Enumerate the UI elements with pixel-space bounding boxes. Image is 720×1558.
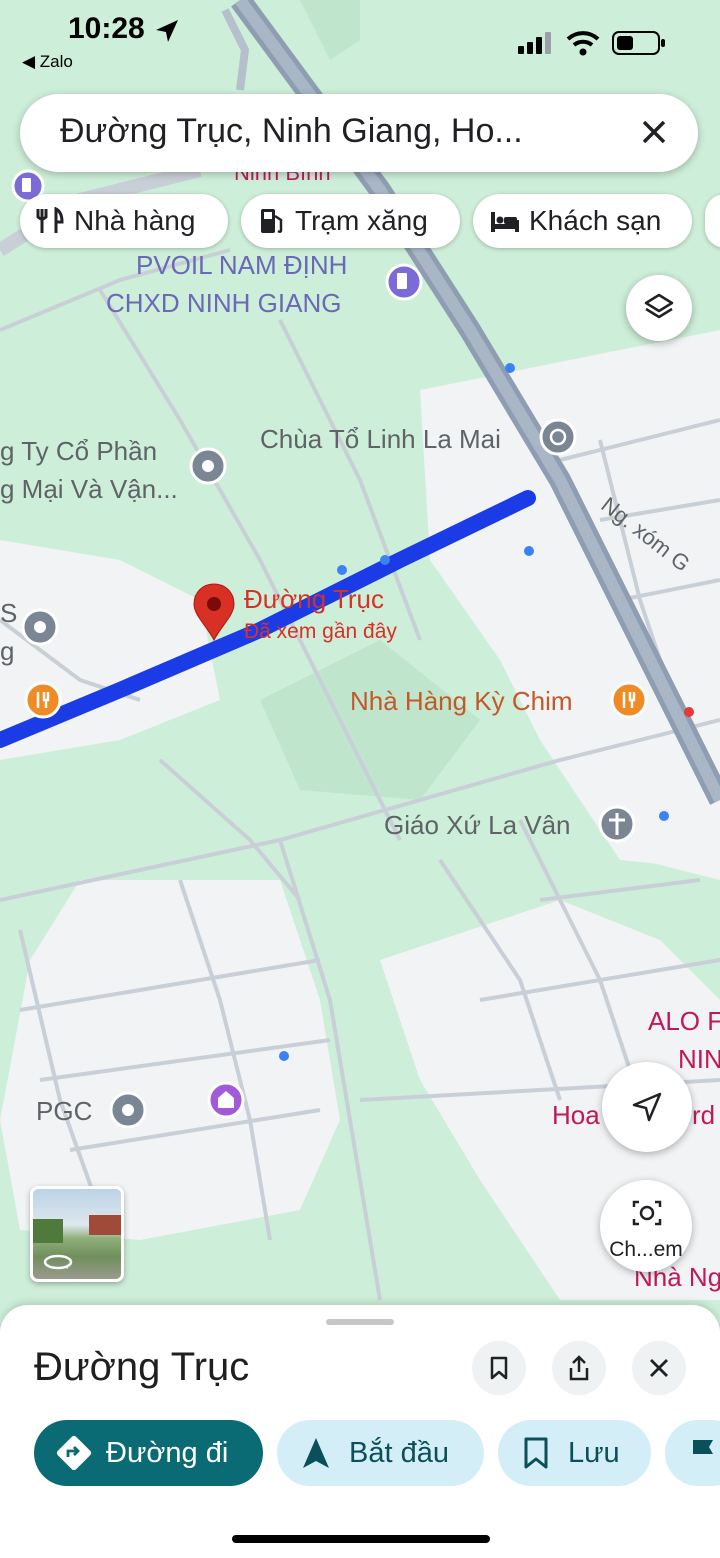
directions-label: Đường đi bbox=[106, 1436, 229, 1469]
back-app-label: Zalo bbox=[39, 52, 73, 71]
restaurant-marker-left[interactable] bbox=[24, 681, 62, 719]
location-pin[interactable] bbox=[193, 583, 235, 642]
navigation-arrow-icon bbox=[632, 1092, 662, 1122]
place-marker-left[interactable] bbox=[21, 608, 59, 646]
place-marker-pgc[interactable] bbox=[109, 1091, 147, 1129]
restaurant-marker[interactable] bbox=[610, 681, 648, 719]
chip-restaurants[interactable]: Nhà hàng bbox=[20, 194, 228, 248]
chip-hotels-label: Khách sạn bbox=[529, 205, 662, 236]
street-view-trees bbox=[33, 1219, 63, 1243]
chip-gas-stations[interactable]: Trạm xăng bbox=[241, 194, 460, 248]
camera-search-icon bbox=[632, 1200, 662, 1226]
street-view-house bbox=[89, 1215, 121, 1235]
save-button[interactable]: Lưu bbox=[498, 1420, 651, 1486]
back-triangle-icon: ◀ bbox=[22, 52, 40, 71]
lens-label: Ch...em bbox=[609, 1238, 683, 1261]
home-indicator[interactable] bbox=[232, 1535, 490, 1543]
status-bar: 10:28 ◀ Zalo bbox=[0, 0, 720, 80]
chip-hotels[interactable]: Khách sạn bbox=[473, 194, 692, 248]
more-actions-button[interactable] bbox=[665, 1420, 720, 1486]
place-marker-company[interactable] bbox=[189, 447, 227, 485]
layers-button[interactable] bbox=[626, 275, 692, 341]
save-label: Lưu bbox=[568, 1436, 620, 1469]
chip-gas-stations-label: Trạm xăng bbox=[295, 205, 428, 236]
place-title: Đường Trục bbox=[34, 1345, 250, 1389]
location-arrow-icon bbox=[156, 20, 178, 42]
navigate-arrow-icon bbox=[303, 1438, 329, 1468]
temple-marker[interactable] bbox=[539, 418, 577, 456]
church-marker[interactable] bbox=[598, 805, 636, 843]
flag-icon bbox=[693, 1440, 713, 1468]
directions-button[interactable]: Đường đi bbox=[34, 1420, 263, 1486]
share-button[interactable] bbox=[552, 1341, 606, 1395]
bookmark-icon bbox=[490, 1356, 508, 1380]
search-query[interactable]: Đường Trục, Ninh Giang, Ho... bbox=[60, 112, 580, 151]
place-bottom-sheet[interactable]: Đường Trục Đường đi Bắt đầu Lưu bbox=[0, 1305, 720, 1558]
status-time: 10:28 bbox=[68, 12, 145, 45]
wifi-icon bbox=[566, 31, 600, 56]
lens-button[interactable]: Ch...em bbox=[600, 1180, 692, 1272]
search-bar[interactable]: Đường Trục, Ninh Giang, Ho... bbox=[20, 94, 698, 172]
signal-icon bbox=[518, 32, 551, 54]
rotate-360-icon bbox=[43, 1254, 73, 1270]
bookmark-outline-icon bbox=[524, 1437, 548, 1469]
sheet-drag-handle[interactable] bbox=[326, 1319, 394, 1325]
layers-icon bbox=[644, 293, 674, 319]
battery-icon bbox=[612, 31, 665, 55]
temple-marker-2[interactable] bbox=[207, 1081, 245, 1119]
start-label: Bắt đầu bbox=[349, 1436, 449, 1469]
chip-restaurants-label: Nhà hàng bbox=[74, 205, 196, 236]
clear-search-icon[interactable] bbox=[632, 110, 676, 154]
directions-icon bbox=[56, 1435, 92, 1471]
gas-station-marker[interactable] bbox=[385, 263, 423, 301]
back-to-app-link[interactable]: ◀ Zalo bbox=[22, 52, 73, 72]
share-icon bbox=[569, 1355, 589, 1381]
start-button[interactable]: Bắt đầu bbox=[277, 1420, 484, 1486]
hotel-icon bbox=[491, 212, 519, 232]
save-place-button[interactable] bbox=[472, 1341, 526, 1395]
restaurant-icon bbox=[36, 206, 64, 233]
close-icon bbox=[650, 1359, 668, 1377]
street-view-thumbnail[interactable] bbox=[30, 1186, 124, 1282]
close-sheet-button[interactable] bbox=[632, 1341, 686, 1395]
gas-station-icon bbox=[261, 209, 283, 234]
my-location-button[interactable] bbox=[602, 1062, 692, 1152]
